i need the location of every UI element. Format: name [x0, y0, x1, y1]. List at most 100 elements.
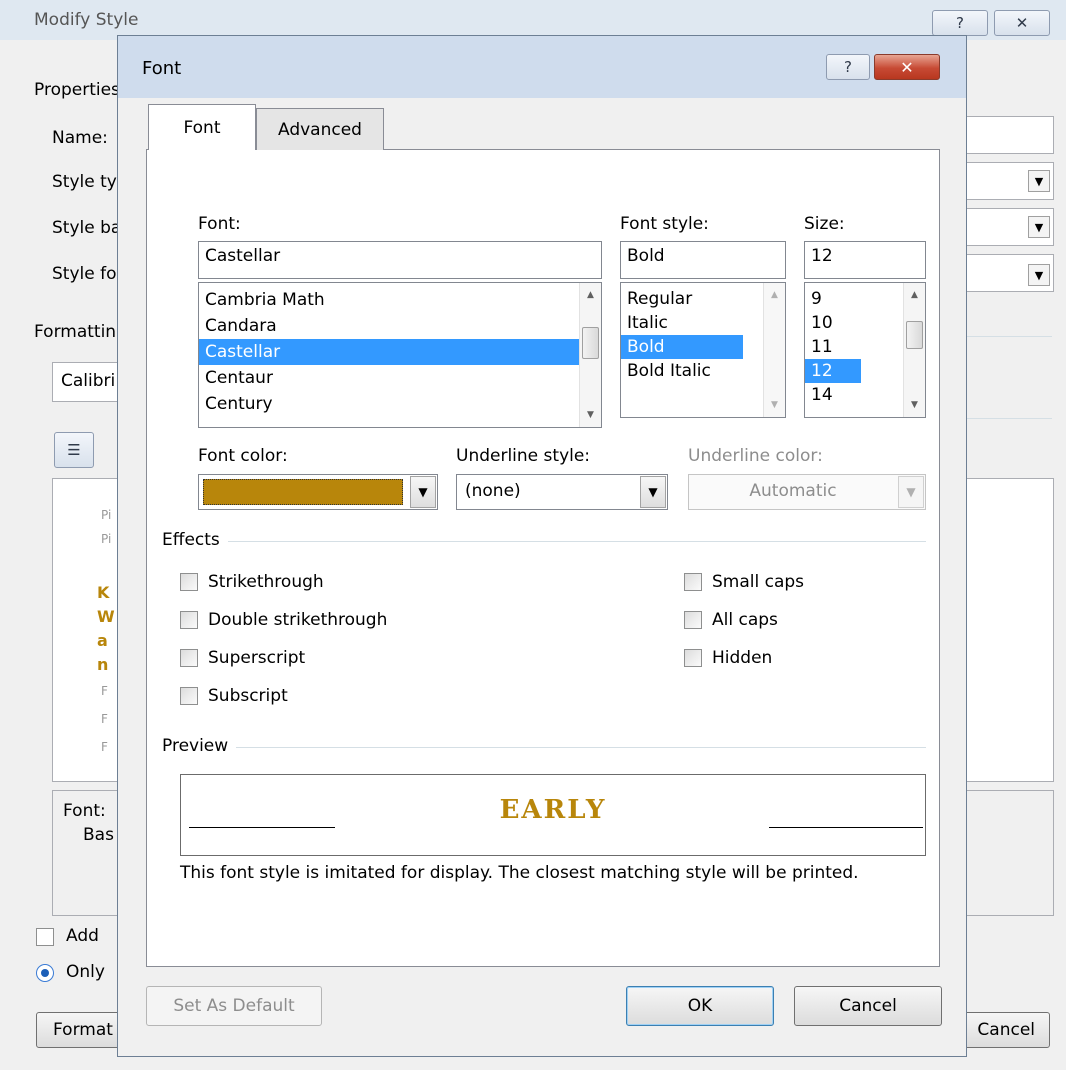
scroll-thumb[interactable] [906, 321, 923, 349]
small-caps-checkbox[interactable] [684, 573, 702, 591]
align-left-icon[interactable]: ☰ [54, 432, 94, 468]
list-item[interactable]: Century [199, 391, 601, 417]
subscript-checkbox[interactable] [180, 687, 198, 705]
font-list-scrollbar[interactable]: ▲ ▼ [579, 283, 601, 427]
font-dialog: Font ? ✕ Font Advanced Font: Castellar C… [117, 35, 967, 1057]
small-caps-option[interactable]: Small caps [684, 572, 804, 592]
scroll-down-icon[interactable]: ▼ [764, 395, 785, 415]
size-list-scrollbar[interactable]: ▲ ▼ [903, 283, 925, 417]
double-strikethrough-checkbox[interactable] [180, 611, 198, 629]
name-input[interactable] [960, 116, 1054, 154]
strikethrough-option[interactable]: Strikethrough [180, 572, 324, 592]
scroll-down-icon[interactable]: ▼ [580, 405, 601, 425]
font-label: Font: [198, 214, 241, 234]
ok-label: OK [687, 996, 713, 1016]
list-item-selected[interactable]: 12 [805, 359, 861, 383]
preview-bold-line: n [97, 655, 109, 674]
tab-advanced-label: Advanced [278, 119, 362, 140]
chevron-down-icon[interactable]: ▼ [1028, 170, 1050, 192]
font-color-swatch [203, 479, 403, 505]
cancel-button[interactable]: Cancel [794, 986, 942, 1026]
list-item[interactable]: Bold Italic [621, 359, 785, 383]
scroll-down-icon[interactable]: ▼ [904, 395, 925, 415]
preview-note: This font style is imitated for display.… [180, 863, 859, 883]
preview-bold-line: a [97, 631, 108, 650]
underline-style-select[interactable]: (none) ▼ [456, 474, 668, 510]
list-item[interactable]: Regular [621, 287, 785, 311]
scroll-up-icon[interactable]: ▲ [904, 285, 925, 305]
chevron-down-icon[interactable]: ▼ [898, 476, 924, 508]
font-dialog-title: Font [142, 58, 182, 79]
chevron-down-icon[interactable]: ▼ [640, 476, 666, 508]
list-item[interactable]: Italic [621, 311, 785, 335]
bg-close-icon[interactable]: ✕ [994, 10, 1050, 36]
set-as-default-label: Set As Default [173, 996, 295, 1016]
font-name-input[interactable]: Castellar [198, 241, 602, 279]
preview-prefix-line: Pi [101, 532, 112, 546]
radio-dot-icon [41, 969, 49, 977]
only-in-document-radio[interactable] [36, 964, 54, 982]
all-caps-checkbox[interactable] [684, 611, 702, 629]
all-caps-option[interactable]: All caps [684, 610, 778, 630]
underline-color-value: Automatic [749, 481, 837, 501]
double-strikethrough-option[interactable]: Double strikethrough [180, 610, 387, 630]
chevron-down-icon[interactable]: ▼ [410, 476, 436, 508]
separator [966, 418, 1052, 419]
scroll-thumb[interactable] [582, 327, 599, 359]
size-input[interactable]: 12 [804, 241, 926, 279]
chevron-down-icon[interactable]: ▼ [1028, 264, 1050, 286]
tab-advanced[interactable]: Advanced [256, 108, 384, 150]
list-item-selected[interactable]: Bold [621, 335, 743, 359]
chevron-down-icon[interactable]: ▼ [1028, 216, 1050, 238]
list-item[interactable]: Candara [199, 313, 601, 339]
set-as-default-button[interactable]: Set As Default [146, 986, 322, 1026]
preview-suffix-line: F [101, 684, 108, 698]
separator [966, 336, 1052, 337]
preview-text: EARLY [499, 795, 607, 825]
format-button-label: Format [53, 1020, 113, 1040]
scroll-up-icon[interactable]: ▲ [764, 285, 785, 305]
tab-font[interactable]: Font [148, 104, 256, 150]
format-font-value: Calibri [61, 371, 116, 391]
preview-label: Preview [162, 736, 237, 756]
font-style-scrollbar[interactable]: ▲ ▼ [763, 283, 785, 417]
font-color-select[interactable]: ▼ [198, 474, 438, 510]
double-strikethrough-label: Double strikethrough [208, 610, 388, 630]
small-caps-label: Small caps [712, 572, 805, 592]
superscript-option[interactable]: Superscript [180, 648, 305, 668]
preview-baseline-left [189, 827, 335, 828]
underline-color-select[interactable]: Automatic ▼ [688, 474, 926, 510]
bg-cancel-label: Cancel [977, 1020, 1035, 1040]
modify-style-titlebar [0, 0, 1066, 40]
add-to-gallery-label: Add [66, 926, 99, 946]
close-icon[interactable]: ✕ [874, 54, 940, 80]
list-item[interactable]: Cambria Math [199, 287, 601, 313]
underline-color-label: Underline color: [688, 446, 823, 466]
superscript-checkbox[interactable] [180, 649, 198, 667]
strikethrough-checkbox[interactable] [180, 573, 198, 591]
hidden-option[interactable]: Hidden [684, 648, 772, 668]
preview-prefix-line: Pi [101, 508, 112, 522]
all-caps-label: All caps [712, 610, 778, 630]
cancel-label: Cancel [839, 996, 897, 1016]
description-line: Font: [63, 801, 106, 821]
hidden-checkbox[interactable] [684, 649, 702, 667]
list-item[interactable]: Centaur [199, 365, 601, 391]
format-button[interactable]: Format [36, 1012, 126, 1048]
underline-style-value: (none) [465, 481, 521, 501]
size-label: Size: [804, 214, 845, 234]
subscript-option[interactable]: Subscript [180, 686, 288, 706]
scroll-up-icon[interactable]: ▲ [580, 285, 601, 305]
list-item-selected[interactable]: Castellar [199, 339, 601, 365]
add-to-gallery-checkbox[interactable] [36, 928, 54, 946]
font-style-input[interactable]: Bold [620, 241, 786, 279]
size-list[interactable]: 9 10 11 12 14 ▲ ▼ [804, 282, 926, 418]
ok-button[interactable]: OK [626, 986, 774, 1026]
bg-help-icon[interactable]: ? [932, 10, 988, 36]
font-style-list[interactable]: Regular Italic Bold Bold Italic ▲ ▼ [620, 282, 786, 418]
help-icon[interactable]: ? [826, 54, 870, 80]
name-label: Name: [52, 128, 108, 148]
font-name-value: Castellar [205, 246, 281, 266]
font-list[interactable]: Cambria Math Candara Castellar Centaur C… [198, 282, 602, 428]
preview-bold-line: W [97, 607, 115, 626]
